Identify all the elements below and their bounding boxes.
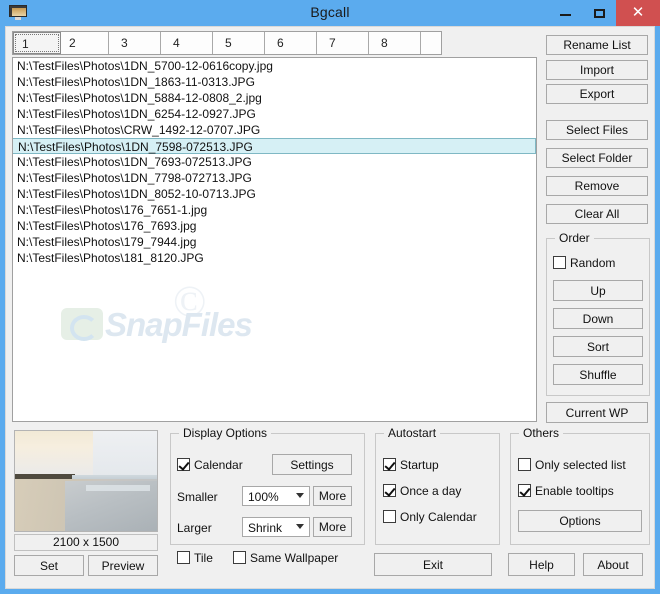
snapfiles-logo-icon	[61, 308, 103, 341]
preview-button[interactable]: Preview	[88, 555, 158, 576]
list-item-selected[interactable]: N:\TestFiles\Photos\1DN_7598-072513.JPG	[13, 138, 536, 154]
list-item[interactable]: N:\TestFiles\Photos\179_7944.jpg	[13, 234, 536, 250]
enable-tooltips-label: Enable tooltips	[535, 484, 614, 498]
autostart-title: Autostart	[384, 426, 441, 440]
calendar-label: Calendar	[194, 458, 243, 472]
once-a-day-label: Once a day	[400, 484, 462, 498]
tab-7[interactable]: 7	[321, 32, 369, 54]
checkbox-box	[383, 510, 396, 523]
display-options-title: Display Options	[179, 426, 272, 440]
startup-label: Startup	[400, 458, 439, 472]
sort-button[interactable]: Sort	[553, 336, 643, 357]
maximize-icon	[594, 9, 605, 18]
current-wp-button[interactable]: Current WP	[546, 402, 648, 423]
about-button[interactable]: About	[583, 553, 643, 576]
exit-button[interactable]: Exit	[374, 553, 492, 576]
list-item[interactable]: N:\TestFiles\Photos\1DN_7798-072713.JPG	[13, 170, 536, 186]
tab-6[interactable]: 6	[269, 32, 317, 54]
checkbox-box	[383, 458, 396, 471]
checkbox-box	[553, 256, 566, 269]
checkbox-box	[383, 484, 396, 497]
shuffle-button[interactable]: Shuffle	[553, 364, 643, 385]
others-title: Others	[519, 426, 564, 440]
checkbox-box	[233, 551, 246, 564]
watermark-text: SnapFiles	[105, 306, 253, 343]
larger-label: Larger	[177, 521, 212, 535]
title-bar: Bgcall ✕	[0, 0, 660, 26]
export-button[interactable]: Export	[546, 84, 648, 104]
smaller-more-button[interactable]: More	[313, 486, 352, 506]
list-item[interactable]: N:\TestFiles\Photos\1DN_5700-12-0616copy…	[13, 58, 536, 74]
maximize-button[interactable]	[582, 0, 616, 26]
tile-label: Tile	[194, 551, 213, 565]
down-button[interactable]: Down	[553, 308, 643, 329]
tab-5[interactable]: 5	[217, 32, 265, 54]
only-calendar-label: Only Calendar	[400, 510, 477, 524]
tab-3[interactable]: 3	[113, 32, 161, 54]
wallpaper-thumbnail[interactable]	[14, 430, 158, 532]
options-button[interactable]: Options	[518, 510, 642, 532]
rename-list-button[interactable]: Rename List	[546, 35, 648, 55]
remove-button[interactable]: Remove	[546, 176, 648, 196]
list-item[interactable]: N:\TestFiles\Photos\176_7693.jpg	[13, 218, 536, 234]
smaller-value: 100%	[248, 490, 279, 504]
import-button[interactable]: Import	[546, 60, 648, 80]
list-item[interactable]: N:\TestFiles\Photos\176_7651-1.jpg	[13, 202, 536, 218]
close-button[interactable]: ✕	[616, 0, 660, 26]
application-window: Bgcall ✕ 1 2 3 4 5 6 7 8 N:\TestFiles\Ph…	[0, 0, 660, 594]
copyright-icon: ©	[173, 277, 207, 326]
chevron-down-icon	[296, 493, 304, 498]
list-item[interactable]: N:\TestFiles\Photos\1DN_1863-11-0313.JPG	[13, 74, 536, 90]
same-wallpaper-label: Same Wallpaper	[250, 551, 339, 565]
checkbox-box	[518, 458, 531, 471]
list-item[interactable]: N:\TestFiles\Photos\CRW_1492-12-0707.JPG	[13, 122, 536, 138]
tab-2[interactable]: 2	[61, 32, 109, 54]
larger-combo[interactable]: Shrink	[242, 517, 310, 537]
list-item[interactable]: N:\TestFiles\Photos\1DN_7693-072513.JPG	[13, 154, 536, 170]
close-icon: ✕	[631, 4, 645, 21]
up-button[interactable]: Up	[553, 280, 643, 301]
snapfiles-watermark: © SnapFiles	[61, 276, 311, 376]
smaller-label: Smaller	[177, 490, 218, 504]
image-dimensions-label: 2100 x 1500	[14, 534, 158, 551]
larger-value: Shrink	[248, 521, 283, 535]
smaller-combo[interactable]: 100%	[242, 486, 310, 506]
file-list[interactable]: N:\TestFiles\Photos\1DN_5700-12-0616copy…	[12, 57, 537, 422]
minimize-icon	[560, 14, 571, 16]
tab-1[interactable]: 1	[13, 32, 61, 54]
tab-strip: 1 2 3 4 5 6 7 8	[12, 31, 442, 55]
select-folder-button[interactable]: Select Folder	[546, 148, 648, 168]
tab-4[interactable]: 4	[165, 32, 213, 54]
chevron-down-icon	[296, 524, 304, 529]
random-label: Random	[570, 256, 616, 270]
checkbox-box	[177, 458, 190, 471]
set-button[interactable]: Set	[14, 555, 84, 576]
tab-8[interactable]: 8	[373, 32, 421, 54]
checkbox-box	[177, 551, 190, 564]
select-files-button[interactable]: Select Files	[546, 120, 648, 140]
list-item[interactable]: N:\TestFiles\Photos\1DN_6254-12-0927.JPG	[13, 106, 536, 122]
settings-button[interactable]: Settings	[272, 454, 352, 475]
checkbox-box	[518, 484, 531, 497]
list-item[interactable]: N:\TestFiles\Photos\181_8120.JPG	[13, 250, 536, 266]
clear-all-button[interactable]: Clear All	[546, 204, 648, 224]
only-selected-list-label: Only selected list	[535, 458, 626, 472]
list-item[interactable]: N:\TestFiles\Photos\1DN_8052-10-0713.JPG	[13, 186, 536, 202]
help-button[interactable]: Help	[508, 553, 575, 576]
larger-more-button[interactable]: More	[313, 517, 352, 537]
order-group-title: Order	[555, 231, 594, 245]
minimize-button[interactable]	[548, 0, 582, 26]
list-item[interactable]: N:\TestFiles\Photos\1DN_5884-12-0808_2.j…	[13, 90, 536, 106]
